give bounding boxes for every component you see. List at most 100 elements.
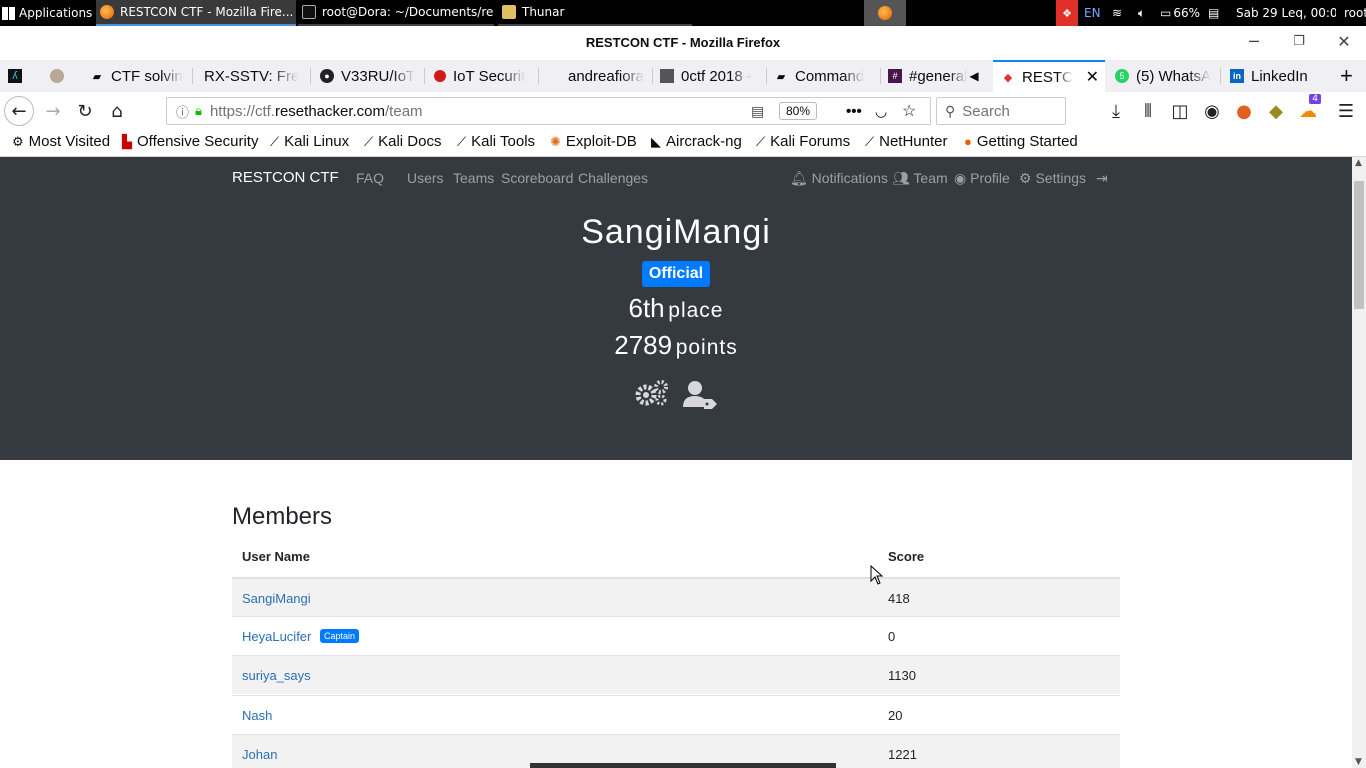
dark-square-icon xyxy=(660,69,674,83)
team-place: 6th place xyxy=(628,293,724,323)
member-link[interactable]: suriya_says xyxy=(242,668,311,683)
clock[interactable]: Sab 29 Leq, 00:04 xyxy=(1236,0,1336,26)
downloads-button[interactable]: ⤓ xyxy=(1101,96,1131,126)
search-input[interactable]: ⚲ Search xyxy=(936,97,1066,125)
reader-view-icon[interactable]: ▤ xyxy=(751,103,764,120)
close-tab-icon[interactable]: ✕ xyxy=(1086,67,1099,87)
tab-rx-sstv[interactable]: RX-SSTV: Fre xyxy=(196,60,308,92)
bookmark-offensive-security[interactable]: ▙ Offensive Security xyxy=(122,133,258,150)
nav-scoreboard[interactable]: Scoreboard xyxy=(501,170,573,186)
tab-general[interactable]: # #general ◀︎ xyxy=(880,60,990,92)
tab-v33ru-iot[interactable]: ● V33RU/IoT xyxy=(312,60,422,92)
url-bar[interactable]: ⓘ 🔒︎ https://ctf. resethacker.com/team ▤ … xyxy=(166,97,931,125)
volume-icon[interactable]: 🔈︎ xyxy=(1138,0,1152,26)
page-content: RESTCON CTF FAQ Users Teams Scoreboard C… xyxy=(0,157,1352,768)
zoom-indicator[interactable]: 80% xyxy=(779,102,818,120)
speaker-icon[interactable]: ◀︎ xyxy=(969,69,978,83)
bookmark-kali-tools[interactable]: ⟋ Kali Tools xyxy=(457,133,535,150)
back-button[interactable]: ← xyxy=(4,96,34,126)
library-button[interactable]: ⫴ xyxy=(1133,96,1163,126)
info-icon[interactable]: ⓘ xyxy=(176,102,189,121)
forward-button[interactable]: → xyxy=(38,96,68,126)
battery-indicator[interactable]: ▭ 66% xyxy=(1160,0,1204,26)
member-link[interactable]: SangiMangi xyxy=(242,591,311,606)
user-tag-icon[interactable] xyxy=(682,379,718,409)
member-link[interactable]: Nash xyxy=(242,708,272,723)
member-link[interactable]: Johan xyxy=(242,747,277,762)
member-link[interactable]: HeyaLucifer xyxy=(242,629,311,644)
home-button[interactable]: ⌂ xyxy=(102,96,132,126)
captain-badge: Captain xyxy=(320,629,360,643)
bookmark-nethunter[interactable]: ⟋ NetHunter xyxy=(865,133,947,150)
applications-menu[interactable]: Applications xyxy=(2,0,94,26)
tab-pinned-avatar[interactable] xyxy=(42,60,80,92)
search-icon: ⚲ xyxy=(945,102,956,119)
tab-andreafiora[interactable]: andreafiora xyxy=(542,60,652,92)
keyboard-layout[interactable]: EN xyxy=(1084,0,1104,26)
nav-team[interactable]: 👥︎ Team xyxy=(892,170,948,187)
nav-notifications[interactable]: 🔔︎ Notifications xyxy=(790,170,888,187)
bookmark-kali-forums[interactable]: ⟋ Kali Forums xyxy=(756,133,850,150)
bookmark-getting-started[interactable]: ● Getting Started xyxy=(964,133,1078,150)
tab-restcon[interactable]: ◆ RESTC ✕ xyxy=(993,60,1105,92)
tab-ctf-solving[interactable]: ▰ CTF solvin xyxy=(82,60,190,92)
nav-teams[interactable]: Teams xyxy=(453,170,494,186)
anydesk-icon[interactable]: ❖ xyxy=(1056,0,1078,26)
kali-icon: ʎ xyxy=(8,69,22,83)
nav-profile[interactable]: ◉ Profile xyxy=(954,170,1010,187)
wifi-icon[interactable]: ≋ xyxy=(1112,0,1128,26)
sidebar-button[interactable]: ◫ xyxy=(1165,96,1195,126)
close-window-button[interactable]: ✕ xyxy=(1321,26,1366,58)
window-title: RESTCON CTF - Mozilla Firefox xyxy=(0,26,1366,60)
bookmark-star-icon[interactable]: ☆ xyxy=(902,101,916,121)
extension-1-button[interactable]: ● xyxy=(1229,96,1259,126)
menu-button[interactable]: ☰ xyxy=(1331,96,1361,126)
download-icon: ⤓ xyxy=(1112,100,1120,122)
page-scrollbar[interactable]: ▲ ▼ xyxy=(1352,157,1366,768)
task-firefox[interactable]: RESTCON CTF - Mozilla Fire... xyxy=(96,0,296,26)
table-row: HeyaLucifer Captain 0 xyxy=(232,616,1120,655)
tab-0ctf-2018[interactable]: 0ctf 2018 - xyxy=(652,60,766,92)
user-menu[interactable]: root xyxy=(1344,0,1366,26)
scroll-down-icon[interactable]: ▼ xyxy=(1355,757,1362,767)
scrollbar-thumb[interactable] xyxy=(1354,181,1364,309)
bookmark-exploit-db[interactable]: ✺ Exploit-DB xyxy=(550,133,637,150)
site-brand[interactable]: RESTCON CTF xyxy=(232,169,339,186)
reload-button[interactable]: ↻ xyxy=(70,96,100,126)
scroll-up-icon[interactable]: ▲ xyxy=(1355,158,1362,168)
task-terminal[interactable]: root@Dora: ~/Documents/re... xyxy=(298,0,494,26)
tab-strip: ʎ ▰ CTF solvin RX-SSTV: Fre ● V33RU/IoT Io… xyxy=(0,60,1366,92)
task-firefox-mini[interactable] xyxy=(864,0,906,26)
nav-challenges[interactable]: Challenges xyxy=(578,170,648,186)
nav-users[interactable]: Users xyxy=(407,170,444,186)
bookmark-kali-docs[interactable]: ⟋ Kali Docs xyxy=(364,133,441,150)
team-header: RESTCON CTF FAQ Users Teams Scoreboard C… xyxy=(0,157,1352,460)
team-settings-icon[interactable] xyxy=(634,379,670,407)
logout-icon[interactable]: ⇥ xyxy=(1096,170,1108,187)
new-tab-button[interactable]: + xyxy=(1334,60,1366,92)
page-actions-icon[interactable]: ••• xyxy=(846,103,862,120)
nav-settings[interactable]: ⚙ Settings xyxy=(1019,170,1086,187)
kali-icon: ⟋ xyxy=(270,133,280,149)
restcon-icon: ◆ xyxy=(1003,71,1013,84)
bookmark-aircrack-ng[interactable]: ◣ Aircrack-ng xyxy=(651,133,742,150)
tab-pinned-kali[interactable]: ʎ xyxy=(0,60,40,92)
tab-linkedin[interactable]: in LinkedIn xyxy=(1222,60,1332,92)
task-thunar[interactable]: Thunar xyxy=(498,0,692,26)
extension-3-button[interactable]: ☁ 4 xyxy=(1293,94,1323,126)
extension-2-button[interactable]: ◆ xyxy=(1261,96,1291,126)
library-icon: ⫴ xyxy=(1144,100,1152,122)
nav-faq[interactable]: FAQ xyxy=(356,170,384,186)
bookmark-kali-linux[interactable]: ⟋ Kali Linux xyxy=(270,133,349,150)
page-icon: ▰ xyxy=(92,70,102,83)
notifications-tray-icon[interactable]: ▤ xyxy=(1208,0,1222,26)
kali-icon: ⟋ xyxy=(865,133,875,149)
pocket-icon[interactable]: ◡ xyxy=(875,103,887,120)
restore-button[interactable]: ❐ xyxy=(1276,26,1322,58)
tab-iot-security[interactable]: IoT Securit xyxy=(426,60,536,92)
account-button[interactable]: ◉ xyxy=(1197,96,1227,126)
tab-whatsapp[interactable]: 5 (5) WhatsA xyxy=(1107,60,1219,92)
bookmark-most-visited[interactable]: ⚙ Most Visited xyxy=(12,133,110,150)
minimize-button[interactable]: ─ xyxy=(1231,26,1277,58)
tab-command[interactable]: ▰ Command xyxy=(766,60,878,92)
